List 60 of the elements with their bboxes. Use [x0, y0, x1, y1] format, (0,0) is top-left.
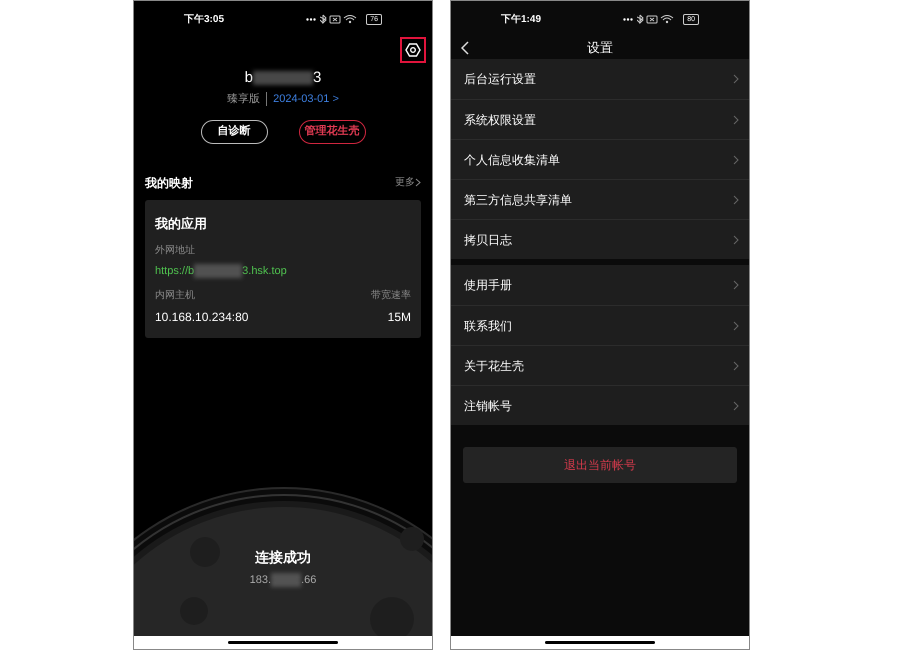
- chevron-right-icon: [733, 400, 739, 410]
- back-icon: [461, 41, 469, 55]
- chevron-right-icon: [415, 178, 421, 187]
- internal-host-value: 10.168.10.234:80: [155, 308, 248, 326]
- field-label: 带宽速率: [371, 288, 411, 302]
- status-time: 下午3:05: [184, 12, 224, 26]
- settings-item[interactable]: 注销帐号: [451, 385, 749, 425]
- chevron-right-icon: [733, 74, 739, 84]
- action-button[interactable]: 自诊断: [200, 120, 268, 144]
- screen-title: 设置: [587, 39, 613, 58]
- field-label: 内网主机: [155, 288, 195, 302]
- more-notifications-icon: [623, 18, 634, 20]
- external-url: https://b: [155, 264, 194, 279]
- settings-item-label: 后台运行设置: [464, 71, 536, 88]
- username-text: b: [244, 68, 253, 88]
- chevron-right-icon: [733, 114, 739, 124]
- more-notifications-icon: [306, 18, 316, 20]
- ip-address: 183.: [250, 573, 272, 588]
- settings-icon: [405, 42, 421, 58]
- redacted-text-blur: [253, 71, 313, 85]
- section-title: 我的映射: [145, 174, 193, 192]
- settings-item-label: 拷贝日志: [464, 232, 512, 248]
- settings-item[interactable]: 系统权限设置: [451, 99, 749, 139]
- action-button[interactable]: 管理花生壳: [298, 120, 366, 144]
- chevron-right-icon: [733, 360, 739, 370]
- app-card[interactable]: 我的应用 外网地址 https://b 3.hsk.top 内网主机 带宽速率 10.168.10.234:80 15M: [145, 200, 421, 338]
- settings-item[interactable]: 使用手册: [451, 265, 749, 305]
- settings-item[interactable]: 拷贝日志: [451, 219, 749, 259]
- chevron-right-icon: [733, 194, 739, 204]
- settings-button[interactable]: [400, 37, 426, 63]
- chevron-right-icon: [733, 154, 739, 164]
- expiry-date-link[interactable]: 2024-03-01 >: [273, 91, 339, 108]
- more-link[interactable]: 更多: [395, 175, 421, 190]
- settings-item[interactable]: 联系我们: [451, 305, 749, 345]
- ip-address: .66: [301, 573, 316, 588]
- connection-status: 连接成功: [255, 548, 311, 567]
- field-label: 外网地址: [155, 244, 196, 258]
- card-title: 我的应用: [155, 214, 208, 232]
- edition-label: 臻享版: [227, 92, 260, 107]
- settings-item[interactable]: 后台运行设置: [451, 59, 749, 99]
- settings-item-label: 第三方信息共享清单: [464, 192, 572, 208]
- chevron-right-icon: [733, 280, 739, 290]
- settings-item-label: 联系我们: [464, 318, 512, 334]
- username-text: 3: [313, 68, 322, 88]
- chevron-right-icon: [733, 320, 739, 330]
- settings-item-label: 个人信息收集清单: [464, 152, 560, 168]
- bandwidth-value: 15M: [388, 308, 411, 326]
- status-time: 下午1:49: [501, 12, 542, 26]
- settings-item[interactable]: 个人信息收集清单: [451, 139, 749, 179]
- redacted-text-blur: [271, 573, 302, 588]
- settings-item-label: 系统权限设置: [464, 112, 536, 128]
- redacted-text-blur: [194, 264, 242, 278]
- settings-item[interactable]: 关于花生壳: [451, 345, 749, 385]
- settings-item-label: 关于花生壳: [464, 358, 524, 374]
- settings-item-label: 注销帐号: [464, 398, 512, 414]
- chevron-right-icon: [733, 234, 739, 244]
- back-button[interactable]: [461, 41, 471, 55]
- settings-item[interactable]: 第三方信息共享清单: [451, 179, 749, 219]
- settings-item-label: 使用手册: [464, 277, 512, 294]
- external-url: 3.hsk.top: [242, 264, 287, 279]
